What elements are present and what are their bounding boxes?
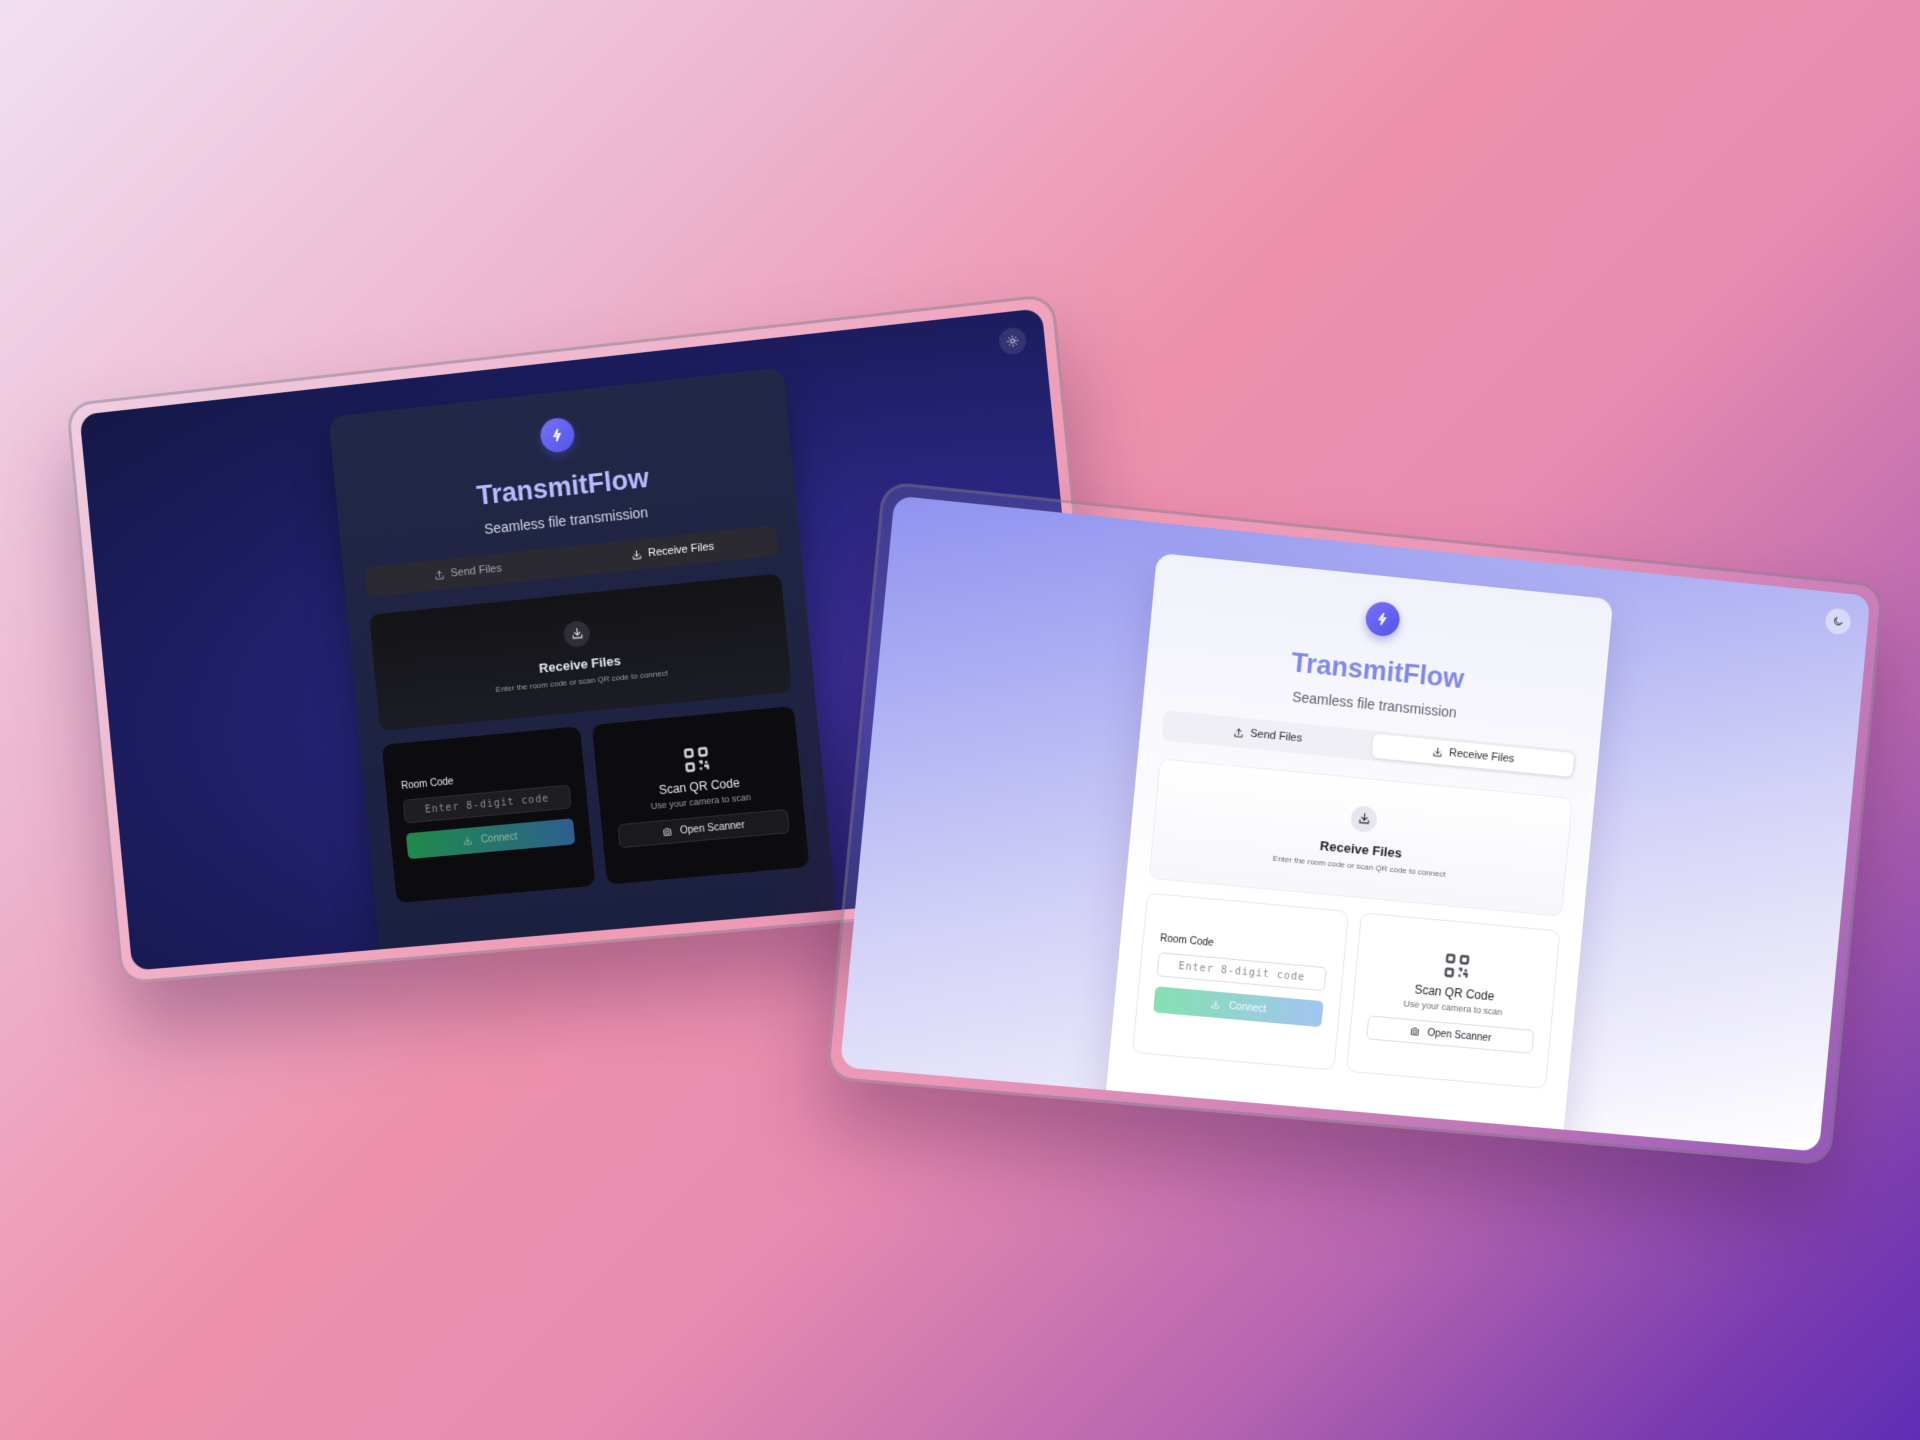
showcase-background: TransmitFlow Seamless file transmission … xyxy=(0,0,1920,1440)
sun-icon xyxy=(1006,334,1020,348)
tab-receive-files[interactable]: Receive Files xyxy=(571,528,776,573)
tab-label: Send Files xyxy=(450,562,502,579)
app-card: TransmitFlow Seamless file transmission … xyxy=(328,367,838,969)
camera-icon xyxy=(662,826,673,837)
connect-button[interactable]: Connect xyxy=(406,818,575,859)
download-icon xyxy=(1350,804,1378,832)
download-icon xyxy=(463,835,474,846)
qr-panel: Scan QR Code Use your camera to scan Ope… xyxy=(1346,912,1560,1089)
receive-panels: Room Code Connect Scan QR Code xyxy=(382,706,810,903)
open-scanner-label: Open Scanner xyxy=(680,819,746,836)
tab-label: Receive Files xyxy=(648,541,715,560)
room-code-input[interactable] xyxy=(403,784,572,823)
transmit-logo-icon xyxy=(1364,600,1401,637)
tab-label: Receive Files xyxy=(1448,747,1514,765)
hero-title: Receive Files xyxy=(538,652,621,675)
download-icon xyxy=(1432,746,1444,758)
open-scanner-button[interactable]: Open Scanner xyxy=(1366,1015,1534,1054)
open-scanner-button[interactable]: Open Scanner xyxy=(617,809,789,848)
hero-description: Enter the room code or scan QR code to c… xyxy=(1272,853,1446,878)
camera-icon xyxy=(1409,1026,1420,1037)
app-card: TransmitFlow Seamless file transmission … xyxy=(1104,553,1614,1152)
theme-toggle-button[interactable] xyxy=(1824,607,1851,635)
transmit-logo-icon xyxy=(539,416,576,453)
upload-icon xyxy=(1233,727,1245,739)
moon-icon xyxy=(1832,615,1845,628)
receive-hero: Receive Files Enter the room code or sca… xyxy=(1149,758,1573,917)
light-mode-device: TransmitFlow Seamless file transmission … xyxy=(825,481,1884,1166)
tab-receive-files[interactable]: Receive Files xyxy=(1372,734,1575,777)
light-mode-screen: TransmitFlow Seamless file transmission … xyxy=(840,495,1871,1151)
receive-hero: Receive Files Enter the room code or sca… xyxy=(369,573,792,731)
download-icon xyxy=(563,619,591,647)
room-code-panel: Room Code Connect xyxy=(382,726,596,903)
connect-label: Connect xyxy=(1228,1000,1266,1014)
connect-label: Connect xyxy=(480,831,518,845)
qr-code-icon xyxy=(1442,951,1472,981)
receive-panels: Room Code Connect Scan QR Code xyxy=(1132,892,1561,1089)
room-code-panel: Room Code Connect xyxy=(1132,892,1349,1070)
upload-icon xyxy=(434,569,446,581)
room-code-input[interactable] xyxy=(1156,952,1326,991)
hero-description: Enter the room code or scan QR code to c… xyxy=(495,668,668,694)
theme-toggle-button[interactable] xyxy=(998,326,1027,355)
qr-code-icon xyxy=(681,744,712,775)
tab-send-files[interactable]: Send Files xyxy=(1165,713,1370,757)
download-icon xyxy=(1210,999,1221,1010)
tab-label: Send Files xyxy=(1250,728,1303,745)
hero-title: Receive Files xyxy=(1319,838,1402,861)
qr-panel: Scan QR Code Use your camera to scan Ope… xyxy=(592,706,810,885)
connect-button[interactable]: Connect xyxy=(1153,986,1324,1027)
open-scanner-label: Open Scanner xyxy=(1427,1027,1492,1044)
tab-send-files[interactable]: Send Files xyxy=(368,550,569,594)
download-icon xyxy=(631,549,643,561)
